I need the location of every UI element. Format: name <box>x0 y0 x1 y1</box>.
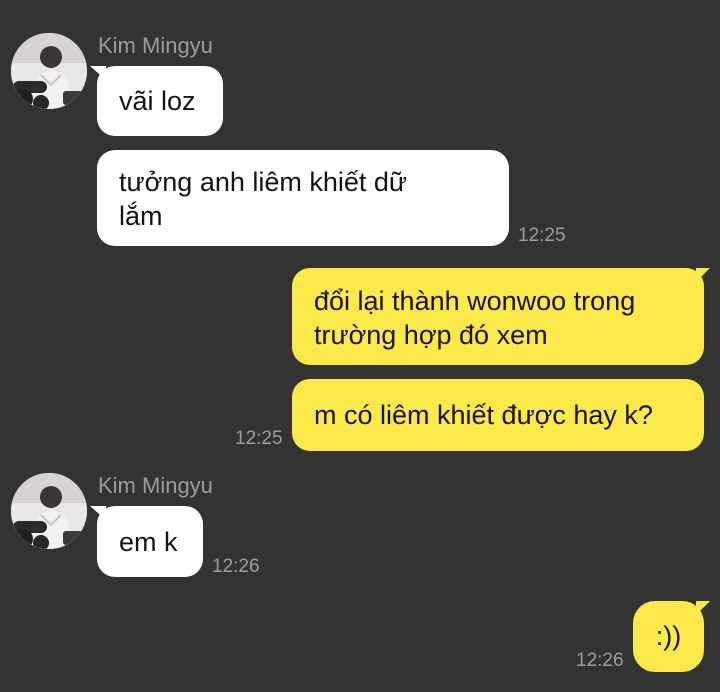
message-bubble[interactable]: m có liêm khiết được hay k? <box>292 379 704 451</box>
sender-name: Kim Mingyu <box>98 473 213 498</box>
bubble-tail <box>696 601 710 615</box>
message-text: m có liêm khiết được hay k? <box>314 400 653 430</box>
message-timestamp: 12:25 <box>235 428 283 449</box>
bubble-tail <box>696 268 710 282</box>
message-text-line: đổi lại thành wonwoo trong <box>314 286 636 316</box>
message-bubble[interactable]: vãi loz <box>97 66 223 136</box>
avatar-photo-icon <box>11 33 87 109</box>
message-timestamp: 12:25 <box>518 225 566 246</box>
message-text-line: tưởng anh liêm khiết dữ <box>119 167 407 197</box>
message-bubble[interactable]: tưởng anh liêm khiết dữ lắm <box>97 150 509 246</box>
message-text: :)) <box>655 621 682 651</box>
message-timestamp: 12:26 <box>576 650 624 671</box>
sender-name: Kim Mingyu <box>98 33 213 58</box>
message-bubble[interactable]: em k <box>97 506 203 577</box>
avatar-photo-icon <box>11 473 87 549</box>
message-text-line: lắm <box>119 201 163 231</box>
message-text: em k <box>119 527 178 557</box>
message-bubble[interactable]: :)) <box>633 601 704 672</box>
message-text-line: trường hợp đó xem <box>314 320 548 350</box>
contact-avatar[interactable] <box>11 33 87 109</box>
message-timestamp: 12:26 <box>212 556 260 577</box>
message-bubble[interactable]: đổi lại thành wonwoo trong trường hợp đó… <box>292 268 704 365</box>
contact-avatar[interactable] <box>11 473 87 549</box>
message-text: vãi loz <box>119 86 196 116</box>
